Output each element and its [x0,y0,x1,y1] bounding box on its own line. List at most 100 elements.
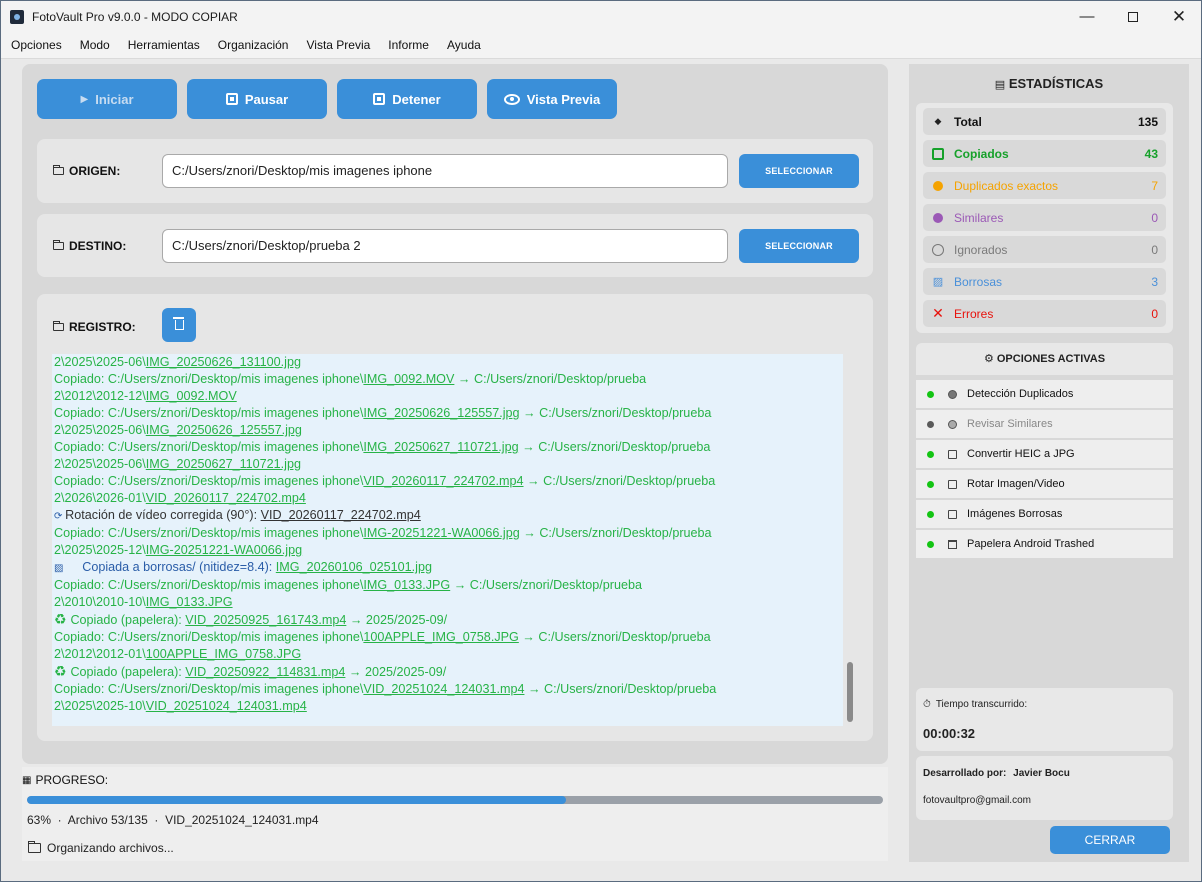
log-text: Copiado: C:/Users/znori/Desktop/mis imag… [54,526,364,540]
log-text: Copiado: C:/Users/znori/Desktop/mis imag… [54,682,364,696]
menu-opciones[interactable]: Opciones [4,38,69,52]
stat-value: 135 [1137,114,1158,129]
destination-select-button[interactable]: SELECCIONAR [739,229,859,263]
log-text: Copiado (papelera): [70,665,186,679]
option-label: Revisar Similares [967,418,1053,430]
log-line: 2\2025\2025-12\IMG-20251221-WA0066.jpg [54,542,843,559]
log-file-link[interactable]: VID_20260117_224702.mp4 [363,474,523,488]
destination-path-input[interactable]: C:/Users/znori/Desktop/prueba 2 [162,229,728,263]
log-file-link[interactable]: IMG_0092.MOV [146,389,237,403]
origin-select-button[interactable]: SELECCIONAR [739,154,859,188]
log-text: → C:/Users/znori/Desktop/prueba [518,440,711,454]
stat-row-total: ◆ Total 135 [923,108,1166,135]
status-active-icon [927,540,934,548]
close-app-button[interactable]: CERRAR [1050,826,1170,854]
stat-value: 0 [1151,210,1158,225]
trash-icon [172,317,184,330]
options-title: ⚙ OPCIONES ACTIVAS [916,343,1173,375]
pause-button[interactable]: Pausar [187,79,327,119]
play-icon: ▶ [80,93,89,105]
developer-box: Desarrollado por: Javier Bocu fotovaultp… [916,756,1173,820]
maximize-button[interactable] [1110,1,1156,32]
option-item: Revisar Similares [916,410,1173,438]
stat-label: Similares [954,210,1004,225]
menu-organizacion[interactable]: Organización [211,38,296,52]
pause-button-label: Pausar [244,91,289,107]
start-button[interactable]: ▶ Iniciar [37,79,177,119]
log-text: → 2025/2025-09/ [345,665,447,679]
minimize-icon: — [1079,8,1095,25]
stat-value: 0 [1151,242,1158,257]
stat-label: Ignorados [954,242,1008,257]
stat-icon-wrap [931,147,945,160]
stats-panel: ▤ ESTADÍSTICAS ◆ Total 135 Copiados 43 Duplic… [909,64,1189,862]
clear-log-button[interactable] [162,308,196,342]
log-file-link[interactable]: VID_20260117_224702.mp4 [261,508,421,522]
log-file-link[interactable]: IMG_0092.MOV [363,372,454,386]
log-file-link[interactable]: 100APPLE_IMG_0758.JPG [146,647,301,661]
purple-dot-icon [933,212,943,223]
timer-label-group: ⏱ Tiempo transcurrido: [923,699,1027,710]
close-window-button[interactable]: ✕ [1156,1,1202,32]
open-folder-icon [53,240,64,250]
log-file-link[interactable]: IMG_20250626_125557.jpg [363,406,519,420]
timer-label: Tiempo transcurrido: [935,699,1028,710]
stat-icon-wrap [931,212,945,223]
log-file-link[interactable]: VID_20251024_124031.mp4 [146,699,307,713]
log-file-link[interactable]: IMG-20251221-WA0066.jpg [146,543,302,557]
log-file-link[interactable]: IMG_20260106_025101.jpg [276,560,432,574]
log-file-link[interactable]: IMG_20250626_125557.jpg [146,423,302,437]
trash-icon [948,539,957,549]
log-text: Copiado: C:/Users/znori/Desktop/mis imag… [54,440,364,454]
log-text: 2\2010\2010-10\ [54,595,146,609]
menu-herramientas[interactable]: Herramientas [121,38,207,52]
stat-icon-wrap [931,180,945,191]
log-file-link[interactable]: IMG_20250627_110721.jpg [363,440,518,454]
option-label: Convertir HEIC a JPG [967,448,1075,460]
log-line: 2\2025\2025-10\VID_20251024_124031.mp4 [54,698,843,715]
eye-icon [503,93,520,105]
rotate-icon: ⟳ [54,511,66,522]
log-output[interactable]: 2\2025\2025-06\IMG_20250626_131100.jpg Co… [52,354,843,726]
timer-box: ⏱ Tiempo transcurrido: 00:00:32 [916,688,1173,751]
developer-name: Javier Bocu [1013,768,1070,779]
log-file-link[interactable]: VID_20250922_114831.mp4 [185,665,345,679]
log-file-link[interactable]: IMG_20250627_110721.jpg [146,457,301,471]
log-text: → C:/Users/znori/Desktop/prueba [450,578,642,592]
log-file-link[interactable]: IMG_20250626_131100.jpg [146,355,301,369]
status-active-icon [927,450,934,458]
log-text: 2\2025\2025-06\ [54,355,146,369]
progress-status-text: Organizando archivos... [47,841,174,855]
menu-ayuda[interactable]: Ayuda [440,38,488,52]
stop-button[interactable]: Detener [337,79,477,119]
x-icon: ✕ [932,305,944,321]
log-line: Copiado: C:/Users/znori/Desktop/mis imag… [54,405,843,422]
menu-bar: Opciones Modo Herramientas Organización … [1,32,1201,59]
log-line: 2\2012\2012-12\IMG_0092.MOV [54,388,843,405]
log-file-link[interactable]: IMG_0133.JPG [146,595,233,609]
log-line: 2\2010\2010-10\IMG_0133.JPG [54,594,843,611]
log-scrollbar[interactable] [847,662,853,722]
log-file-link[interactable]: IMG_0133.JPG [363,578,450,592]
menu-modo[interactable]: Modo [73,38,117,52]
timer-value: 00:00:32 [923,726,976,741]
menu-vista-previa[interactable]: Vista Previa [299,38,377,52]
progress-bar [27,796,883,804]
stat-row-similares: Similares 0 [923,204,1166,231]
log-file-link[interactable]: VID_20260117_224702.mp4 [146,491,306,505]
menu-informe[interactable]: Informe [381,38,436,52]
destination-label-group: DESTINO: [53,239,126,253]
minimize-button[interactable]: — [1064,1,1110,32]
stat-row-errores: ✕ Errores 0 [923,300,1166,327]
log-file-link[interactable]: VID_20251024_124031.mp4 [363,682,524,696]
origin-path-input[interactable]: C:/Users/znori/Desktop/mis imagenes ipho… [162,154,728,188]
log-file-link[interactable]: 100APPLE_IMG_0758.JPG [363,630,518,644]
log-line: ♻ Copiado (papelera): VID_20250925_16174… [54,611,843,629]
log-text: 2\2025\2025-06\ [54,457,146,471]
log-text: Copiado: C:/Users/znori/Desktop/mis imag… [54,474,364,488]
log-file-link[interactable]: IMG-20251221-WA0066.jpg [363,526,519,540]
log-file-link[interactable]: VID_20250925_161743.mp4 [185,613,346,627]
folder-icon [28,841,41,853]
orange-dot-icon [933,180,943,191]
preview-button[interactable]: Vista Previa [487,79,617,119]
